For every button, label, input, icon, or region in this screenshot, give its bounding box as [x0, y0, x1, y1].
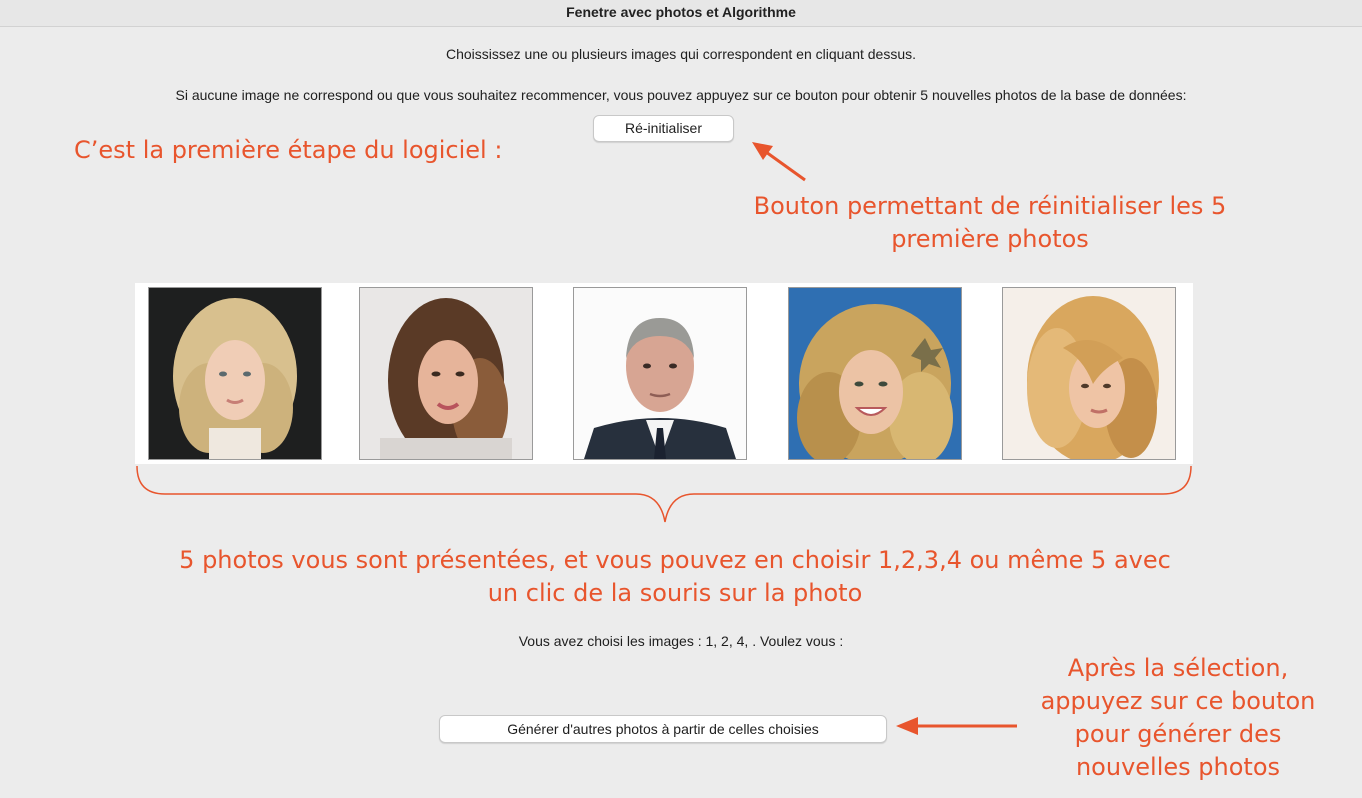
choose-instruction: Choississez une ou plusieurs images qui …: [445, 46, 917, 62]
curly-brace-icon: [136, 465, 1192, 523]
photo-5-image: [1002, 287, 1176, 460]
photo-4[interactable]: [755, 283, 969, 464]
selection-status: Vous avez choisi les images : 1, 2, 4, .…: [518, 633, 844, 649]
photo-2-image: [359, 287, 533, 460]
photo-3[interactable]: [540, 283, 755, 464]
generate-arrow-icon: [896, 717, 1017, 735]
window-title: Fenetre avec photos et Algorithme: [566, 4, 796, 20]
photos-callout-annotation: 5 photos vous sont présentées, et vous p…: [60, 544, 1290, 610]
reset-arrow-icon: [752, 142, 806, 182]
generate-callout-line-3: pour générer des: [1074, 720, 1282, 748]
generate-callout-line-4: nouvelles photos: [1075, 753, 1281, 781]
generate-callout-annotation: Après la sélection, appuyez sur ce bouto…: [1018, 652, 1338, 784]
photo-5[interactable]: [969, 283, 1193, 464]
reset-callout-line-2: première photos: [891, 225, 1089, 253]
step-title-annotation: C’est la première étape du logiciel :: [74, 136, 503, 164]
photo-1[interactable]: [135, 283, 353, 464]
reset-instruction: Si aucune image ne correspond ou que vou…: [175, 87, 1187, 103]
photo-1-image: [148, 287, 322, 460]
window-title-bar: Fenetre avec photos et Algorithme: [0, 0, 1362, 27]
reset-callout-annotation: Bouton permettant de réinitialiser les 5…: [680, 190, 1300, 256]
generate-callout-line-1: Après la sélection,: [1067, 654, 1289, 682]
reset-button[interactable]: Ré-initialiser: [593, 115, 734, 142]
generate-callout-line-2: appuyez sur ce bouton: [1040, 687, 1316, 715]
photo-3-image: [573, 287, 747, 460]
photo-4-image: [788, 287, 962, 460]
photo-2[interactable]: [353, 283, 540, 464]
generate-button[interactable]: Générer d'autres photos à partir de cell…: [439, 715, 887, 743]
photos-callout-line-2: un clic de la souris sur la photo: [487, 579, 863, 607]
reset-callout-line-1: Bouton permettant de réinitialiser les 5: [753, 192, 1227, 220]
photos-callout-line-1: 5 photos vous sont présentées, et vous p…: [179, 546, 1171, 574]
